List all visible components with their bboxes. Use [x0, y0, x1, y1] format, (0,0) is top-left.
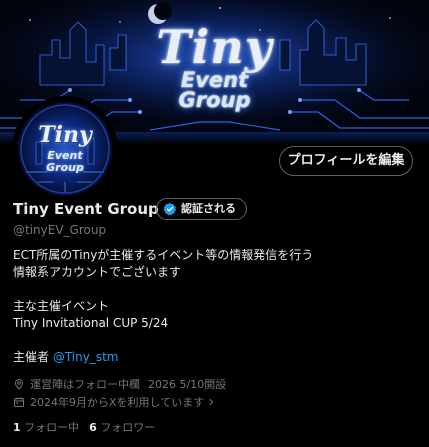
banner-logo-tiny: Tiny — [156, 20, 273, 74]
bio-line: 主な主催イベント — [13, 299, 110, 313]
user-handle: @tinyEV_Group — [13, 223, 107, 237]
calendar-icon — [14, 397, 24, 407]
avatar-logo-event: Event — [47, 149, 83, 162]
event-date-text: 2026 5/10開設 — [148, 378, 227, 391]
location-icon — [14, 379, 24, 390]
display-name: Tiny Event Group — [13, 200, 159, 218]
bio-organizer-label: 主催者 — [13, 350, 53, 364]
location-text: 運営陣はフォロー中欄 — [30, 378, 140, 391]
profile-meta-row: 運営陣はフォロー中欄 2026 5/10開設 — [13, 377, 226, 393]
avatar-logo-group: Group — [46, 161, 84, 174]
bio-organizer-line: 主催者 @Tiny_stm — [13, 349, 118, 365]
avatar-logo-tiny: Tiny — [38, 122, 92, 148]
followers-count: 6 — [89, 421, 97, 434]
followers-link[interactable]: 6 フォロワー — [89, 421, 155, 434]
organizer-mention-link[interactable]: @Tiny_stm — [53, 350, 119, 364]
follow-stats: 1 フォロー中 6 フォロワー — [13, 421, 155, 435]
followers-label: フォロワー — [100, 421, 156, 434]
joined-date-text: 2024年9月からXを利用しています — [30, 396, 205, 409]
bio-line: Tiny Invitational CUP 5/24 — [13, 316, 169, 330]
chevron-right-icon — [209, 398, 214, 406]
following-link[interactable]: 1 フォロー中 — [13, 421, 79, 434]
bio-line: ECT所属のTinyが主催するイベント等の情報発信を行う — [13, 248, 314, 262]
avatar-image: Tiny Event Group — [18, 102, 112, 196]
following-count: 1 — [13, 421, 21, 434]
avatar[interactable]: Tiny Event Group — [12, 96, 118, 202]
edit-profile-button[interactable]: プロフィールを編集 — [279, 146, 413, 176]
verified-badge-icon — [163, 202, 177, 216]
get-verified-button[interactable]: 認証される — [156, 198, 247, 220]
bio-line: 情報系アカウントでございます — [13, 265, 182, 279]
joined-row[interactable]: 2024年9月からXを利用しています — [13, 395, 216, 411]
get-verified-label: 認証される — [181, 202, 236, 215]
following-label: フォロー中 — [24, 421, 80, 434]
